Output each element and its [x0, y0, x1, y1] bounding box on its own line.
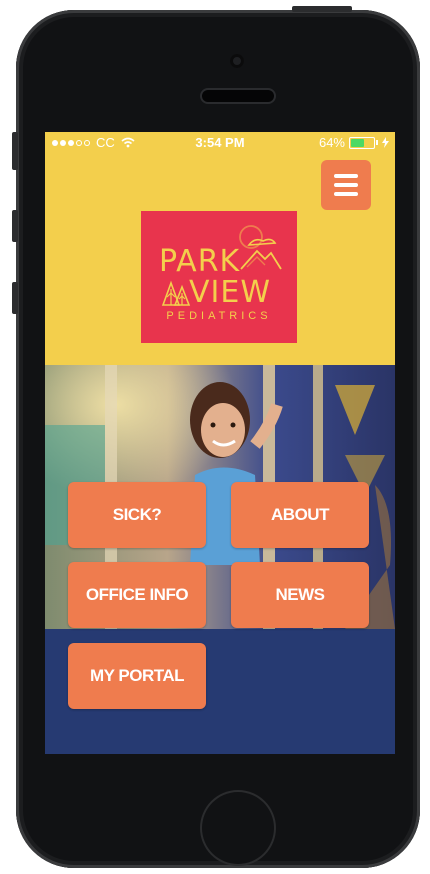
battery-percent: 64%	[318, 135, 345, 150]
logo-view-text: VIEW	[189, 275, 271, 310]
charging-bolt-icon	[382, 137, 389, 148]
battery-tip	[376, 140, 378, 145]
power-button	[292, 6, 352, 12]
status-bar: CC 3:54 PM 64%	[45, 132, 395, 152]
logo-subtitle: PEDIATRICS	[166, 310, 272, 322]
volume-up-button	[12, 210, 18, 242]
menu-button[interactable]	[321, 160, 371, 210]
mute-switch	[12, 132, 18, 170]
earpiece-speaker	[202, 90, 274, 102]
news-button[interactable]: NEWS	[231, 562, 369, 628]
logo-park-text: PARK	[159, 244, 241, 279]
sick-button[interactable]: SICK?	[68, 482, 206, 548]
home-button[interactable]	[202, 792, 274, 864]
app-screen: CC 3:54 PM 64% PARK VIEW PEDIATRICS SICK…	[45, 132, 395, 754]
my-portal-button[interactable]: MY PORTAL	[68, 643, 206, 709]
about-button[interactable]: ABOUT	[231, 482, 369, 548]
status-right: 64%	[319, 135, 389, 150]
volume-down-button	[12, 282, 18, 314]
hamburger-icon	[334, 174, 358, 178]
battery-icon	[349, 136, 375, 149]
park-view-logo: PARK VIEW PEDIATRICS	[141, 211, 297, 343]
front-camera	[230, 54, 244, 68]
office-info-button[interactable]: OFFICE INFO	[68, 562, 206, 628]
